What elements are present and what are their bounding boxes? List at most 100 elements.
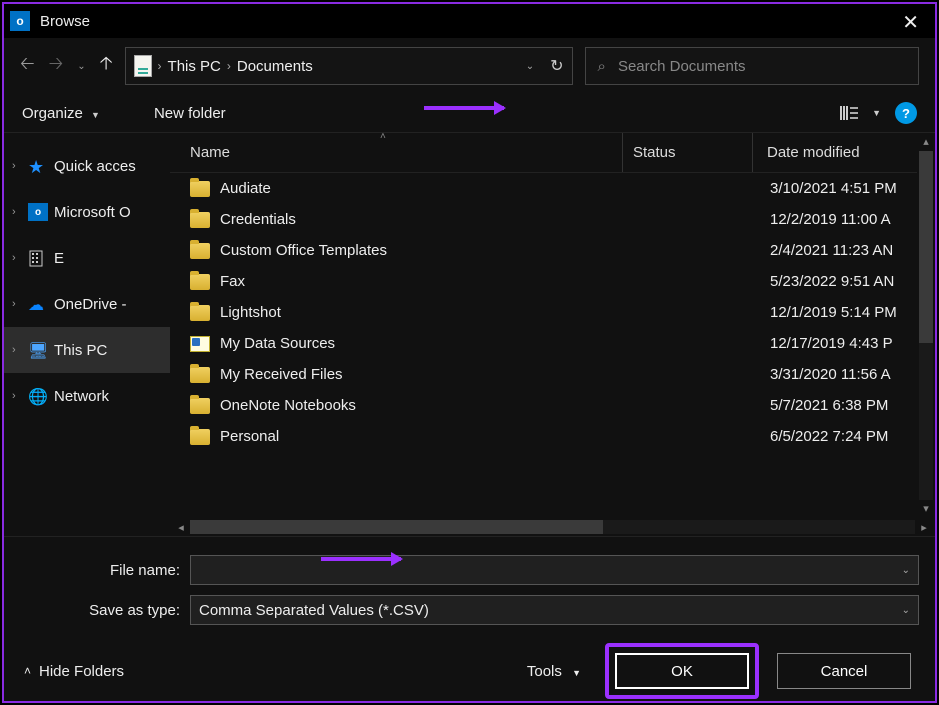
expand-icon[interactable]: ›	[12, 390, 22, 402]
network-icon: 🌐	[28, 387, 48, 405]
scroll-thumb[interactable]	[919, 151, 933, 343]
file-row[interactable]: OneNote Notebooks5/7/2021 6:38 PM	[170, 390, 935, 421]
history-dropdown-icon[interactable]: ⌄	[77, 61, 85, 72]
command-bar: Organize ▼ New folder ▼ ?	[4, 94, 935, 132]
file-date: 12/1/2019 5:14 PM	[770, 304, 935, 321]
file-date: 6/5/2022 7:24 PM	[770, 428, 935, 445]
file-name: Audiate	[220, 180, 640, 197]
title-bar: o Browse ✕	[4, 4, 935, 38]
file-date: 12/17/2019 4:43 P	[770, 335, 935, 352]
scroll-left-icon[interactable]: ◂	[172, 521, 190, 534]
column-name[interactable]: Name	[190, 144, 622, 161]
scroll-track[interactable]	[190, 520, 915, 534]
savetype-select[interactable]: Comma Separated Values (*.CSV) ⌄	[190, 595, 919, 625]
address-bar[interactable]: › This PC › Documents ⌄ ↻	[125, 47, 573, 85]
search-icon: ⌕	[598, 58, 606, 75]
folder-icon	[190, 181, 210, 197]
file-name: Fax	[220, 273, 640, 290]
tree-item-label: E	[54, 250, 64, 267]
scroll-right-icon[interactable]: ▸	[915, 521, 933, 534]
expand-icon[interactable]: ›	[12, 160, 22, 172]
chevron-down-icon[interactable]: ⌄	[902, 565, 910, 576]
file-row[interactable]: Custom Office Templates 2/4/2021 11:23 AN	[170, 235, 935, 266]
file-date: 5/7/2021 6:38 PM	[770, 397, 935, 414]
chevron-down-icon: ▼	[91, 110, 100, 120]
file-date: 12/2/2019 11:00 A	[770, 211, 935, 228]
column-status[interactable]: Status	[622, 133, 752, 172]
file-row[interactable]: Credentials12/2/2019 11:00 A	[170, 204, 935, 235]
footer-bar: ˄ Hide Folders Tools ▼ OK Cancel	[4, 641, 935, 701]
expand-icon[interactable]: ›	[12, 298, 22, 310]
tree-item[interactable]: › 🌐 Network	[4, 373, 170, 419]
refresh-icon[interactable]: ↻	[550, 56, 563, 76]
file-name: Custom Office Templates	[220, 242, 640, 259]
tree-item-label: OneDrive -	[54, 296, 127, 313]
scroll-down-icon[interactable]: ▾	[917, 500, 935, 518]
file-name: My Data Sources	[220, 335, 640, 352]
address-dropdown-icon[interactable]: ⌄	[526, 61, 534, 72]
building-icon	[28, 249, 48, 267]
file-row[interactable]: Personal6/5/2022 7:24 PM	[170, 421, 935, 452]
filename-input[interactable]: ⌄	[190, 555, 919, 585]
chevron-right-icon[interactable]: ›	[158, 59, 162, 73]
expand-icon[interactable]: ›	[12, 252, 22, 264]
hide-folders-label: Hide Folders	[39, 663, 124, 680]
folder-icon	[190, 274, 210, 290]
breadcrumb-documents[interactable]: Documents	[237, 58, 313, 75]
file-row[interactable]: Lightshot12/1/2019 5:14 PM	[170, 297, 935, 328]
help-icon[interactable]: ?	[895, 102, 917, 124]
organize-menu[interactable]: Organize ▼	[22, 105, 100, 122]
search-input[interactable]	[618, 58, 906, 75]
view-dropdown-icon[interactable]: ▼	[872, 108, 881, 118]
scroll-thumb[interactable]	[190, 520, 603, 534]
nav-tree: ›★Quick acces›oMicrosoft O›E›☁OneDrive -…	[4, 133, 170, 536]
hide-folders-toggle[interactable]: ˄ Hide Folders	[24, 663, 124, 680]
expand-icon[interactable]: ›	[12, 206, 22, 218]
up-icon[interactable]: 🡡	[100, 51, 113, 81]
column-date[interactable]: Date modified	[752, 133, 935, 172]
chevron-right-icon[interactable]: ›	[227, 59, 231, 73]
scroll-track[interactable]	[919, 151, 933, 500]
breadcrumb-this-pc[interactable]: This PC	[168, 58, 221, 75]
cancel-button[interactable]: Cancel	[777, 653, 911, 689]
folder-icon	[190, 212, 210, 228]
horizontal-scrollbar[interactable]: ◂ ▸	[170, 518, 935, 536]
file-row[interactable]: Fax 5/23/2022 9:51 AN	[170, 266, 935, 297]
savetype-label: Save as type:	[20, 602, 190, 619]
file-date: 3/10/2021 4:51 PM	[770, 180, 935, 197]
close-icon[interactable]: ✕	[902, 10, 919, 35]
datasource-folder-icon	[190, 336, 210, 352]
tools-label: Tools	[527, 663, 562, 680]
folder-icon	[190, 429, 210, 445]
chevron-down-icon: ▼	[572, 668, 581, 678]
folder-icon	[190, 398, 210, 414]
file-row[interactable]: My Received Files3/31/2020 11:56 A	[170, 359, 935, 390]
file-rows: Audiate 3/10/2021 4:51 PM Credentials12/2/…	[170, 173, 935, 518]
file-date: 5/23/2022 9:51 AN	[770, 273, 935, 290]
expand-icon[interactable]: ›	[12, 344, 22, 356]
ok-button[interactable]: OK	[615, 653, 749, 689]
tree-item[interactable]: ›oMicrosoft O	[4, 189, 170, 235]
file-row[interactable]: Audiate 3/10/2021 4:51 PM	[170, 173, 935, 204]
new-folder-button[interactable]: New folder	[154, 105, 226, 122]
tree-item[interactable]: ›☁OneDrive -	[4, 281, 170, 327]
search-box[interactable]: ⌕	[585, 47, 919, 85]
file-date: 2/4/2021 11:23 AN	[770, 242, 935, 259]
annotation-arrow	[424, 106, 504, 110]
vertical-scrollbar[interactable]: ▴ ▾	[917, 133, 935, 518]
chevron-down-icon[interactable]: ⌄	[902, 605, 910, 616]
folder-icon	[190, 367, 210, 383]
folder-icon	[190, 305, 210, 321]
back-icon[interactable]: 🡠	[20, 51, 35, 81]
scroll-up-icon[interactable]: ▴	[917, 133, 935, 151]
tree-item-label: Microsoft O	[54, 204, 131, 221]
tree-item-label: This PC	[54, 342, 107, 359]
tree-item[interactable]: ›E	[4, 235, 170, 281]
file-row[interactable]: My Data Sources 12/17/2019 4:43 P	[170, 328, 935, 359]
tree-item[interactable]: ›★Quick acces	[4, 143, 170, 189]
tree-item-label: Network	[54, 388, 109, 405]
tools-menu[interactable]: Tools ▼	[527, 663, 581, 680]
forward-icon[interactable]: 🡢	[49, 51, 64, 81]
view-mode-icon[interactable]	[840, 104, 858, 122]
tree-item[interactable]: ›🖥This PC	[4, 327, 170, 373]
